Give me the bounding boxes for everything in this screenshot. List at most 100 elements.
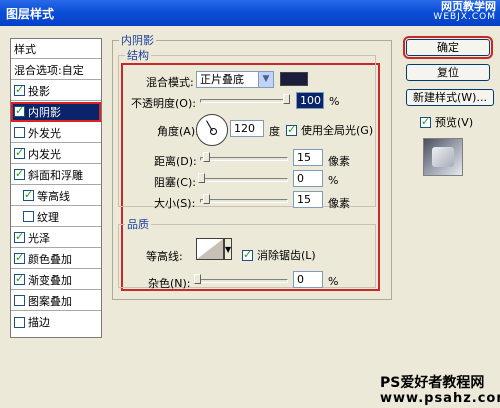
style-item-inner-glow[interactable]: 内发光 <box>11 144 101 164</box>
global-light-label: 使用全局光(G) <box>301 124 374 137</box>
bevel-emboss-checkbox[interactable] <box>14 167 25 180</box>
pattern-overlay-checkbox[interactable] <box>14 295 25 306</box>
contour-label: 等高线: <box>146 250 183 263</box>
contour-dropdown-icon[interactable]: ▼ <box>224 238 232 260</box>
style-item-gradient-overlay[interactable]: 渐变叠加 <box>11 270 101 290</box>
style-item-label: 外发光 <box>28 126 61 140</box>
dialog-body: 样式 混合选项:自定 投影 内阴影 外发光 内发光 斜面和浮雕 等高线 <box>0 26 500 408</box>
style-item-label: 内阴影 <box>28 105 61 119</box>
distance-unit: 像素 <box>328 155 350 168</box>
blend-options-label: 混合选项:自定 <box>14 63 84 77</box>
style-item-stroke[interactable]: 描边 <box>11 312 101 332</box>
anti-alias-label: 消除锯齿(L) <box>257 249 316 262</box>
distance-label: 距离(D): <box>154 155 197 168</box>
ok-button[interactable]: 确定 <box>403 36 493 59</box>
watermark-top: 网页教学网 WEBJX.COM <box>433 1 496 23</box>
style-preview-thumbnail <box>423 138 463 176</box>
color-overlay-checkbox[interactable] <box>14 251 25 264</box>
contour-checkbox[interactable] <box>23 188 34 201</box>
size-slider[interactable] <box>200 194 288 204</box>
satin-checkbox[interactable] <box>14 230 25 243</box>
new-style-button[interactable]: 新建样式(W)... <box>406 89 494 106</box>
angle-unit: 度 <box>269 125 280 138</box>
style-item-bevel-emboss[interactable]: 斜面和浮雕 <box>11 165 101 185</box>
angle-label: 角度(A): <box>157 125 199 138</box>
quality-group-title: 品质 <box>127 218 149 231</box>
anti-alias-option[interactable]: 消除锯齿(L) <box>242 247 316 263</box>
inner-shadow-checkbox[interactable] <box>14 104 25 117</box>
gradient-overlay-checkbox[interactable] <box>14 272 25 285</box>
window-title: 图层样式 <box>6 7 55 21</box>
stroke-checkbox[interactable] <box>14 316 25 328</box>
distance-slider[interactable] <box>200 152 288 162</box>
style-item-outer-glow[interactable]: 外发光 <box>11 123 101 143</box>
styles-list-header[interactable]: 样式 <box>11 39 101 59</box>
noise-slider[interactable] <box>194 274 288 284</box>
choke-label: 阻塞(C): <box>154 176 196 189</box>
style-item-contour[interactable]: 等高线 <box>11 186 101 206</box>
style-item-label: 光泽 <box>28 231 50 245</box>
outer-glow-checkbox[interactable] <box>14 127 25 138</box>
shadow-color-swatch[interactable] <box>280 72 308 86</box>
blend-mode-value: 正片叠底 <box>200 73 244 86</box>
blend-options-item[interactable]: 混合选项:自定 <box>11 60 101 80</box>
title-bar[interactable]: 图层样式 网页教学网 WEBJX.COM <box>0 0 500 26</box>
size-input[interactable]: 15 <box>293 191 323 208</box>
style-item-texture[interactable]: 纹理 <box>11 207 101 227</box>
watermark-footer: PS爱好者教程网 www.psahz.com <box>380 375 500 407</box>
size-slider-thumb[interactable] <box>203 194 210 204</box>
inner-glow-checkbox[interactable] <box>14 146 25 159</box>
noise-label: 杂色(N): <box>148 277 191 290</box>
style-item-label: 图案叠加 <box>28 294 72 308</box>
chevron-down-icon: ▼ <box>258 72 273 87</box>
size-label: 大小(S): <box>154 197 196 210</box>
angle-input[interactable]: 120 <box>230 120 264 137</box>
contour-picker[interactable] <box>196 238 224 260</box>
watermark-top-line1: 网页教学网 <box>441 0 496 13</box>
style-item-satin[interactable]: 光泽 <box>11 228 101 248</box>
style-item-label: 描边 <box>28 316 50 329</box>
opacity-slider-thumb[interactable] <box>283 94 290 104</box>
watermark-top-line2: WEBJX.COM <box>433 12 496 22</box>
blend-mode-select[interactable]: 正片叠底 ▼ <box>196 71 274 88</box>
noise-slider-thumb[interactable] <box>194 274 201 284</box>
choke-input[interactable]: 0 <box>293 170 323 187</box>
footer-line1: PS爱好者教程网 <box>380 375 485 391</box>
choke-slider-thumb[interactable] <box>198 173 205 183</box>
style-item-inner-shadow[interactable]: 内阴影 <box>11 102 101 122</box>
style-item-label: 等高线 <box>37 189 70 203</box>
preview-checkbox[interactable] <box>420 115 431 128</box>
style-item-label: 内发光 <box>28 147 61 161</box>
distance-slider-thumb[interactable] <box>203 152 210 162</box>
distance-input[interactable]: 15 <box>293 149 323 166</box>
anti-alias-checkbox[interactable] <box>242 248 253 261</box>
texture-checkbox[interactable] <box>23 211 34 222</box>
style-item-label: 颜色叠加 <box>28 252 72 266</box>
choke-slider[interactable] <box>198 173 288 183</box>
drop-shadow-checkbox[interactable] <box>14 83 25 96</box>
global-light-option[interactable]: 使用全局光(G) <box>286 122 373 138</box>
style-item-pattern-overlay[interactable]: 图案叠加 <box>11 291 101 311</box>
blend-mode-label: 混合模式: <box>146 76 194 89</box>
styles-list: 样式 混合选项:自定 投影 内阴影 外发光 内发光 斜面和浮雕 等高线 <box>10 38 102 338</box>
styles-header-label: 样式 <box>14 42 36 56</box>
structure-group-title: 结构 <box>127 49 149 62</box>
style-item-label: 渐变叠加 <box>28 273 72 287</box>
preview-label: 预览(V) <box>435 116 474 129</box>
style-item-color-overlay[interactable]: 颜色叠加 <box>11 249 101 269</box>
style-item-drop-shadow[interactable]: 投影 <box>11 81 101 101</box>
noise-input[interactable]: 0 <box>293 271 323 288</box>
style-item-label: 投影 <box>28 84 50 98</box>
choke-unit: % <box>328 174 339 187</box>
footer-line2: www.psahz.com <box>380 391 500 406</box>
opacity-unit: % <box>329 95 340 108</box>
style-item-label: 纹理 <box>37 210 59 224</box>
opacity-slider[interactable] <box>200 94 290 104</box>
opacity-input[interactable]: 100 <box>296 92 324 109</box>
size-unit: 像素 <box>328 197 350 210</box>
angle-dial[interactable] <box>196 114 228 146</box>
preview-option[interactable]: 预览(V) <box>420 114 473 130</box>
style-item-label: 斜面和浮雕 <box>28 168 83 182</box>
global-light-checkbox[interactable] <box>286 123 297 136</box>
reset-button[interactable]: 复位 <box>406 64 490 81</box>
